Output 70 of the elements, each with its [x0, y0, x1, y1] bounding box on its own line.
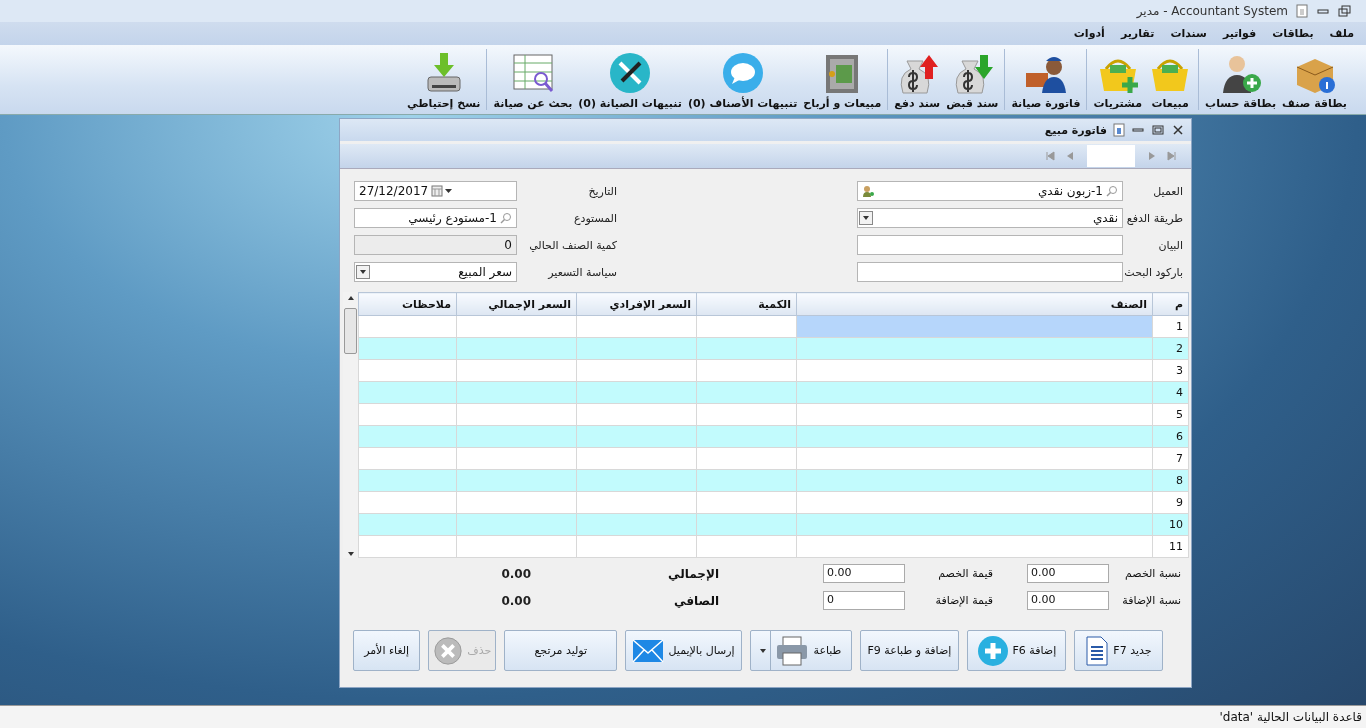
field-label: قيمة الخصم — [937, 567, 994, 580]
menu-item[interactable]: بطاقات — [1264, 27, 1322, 40]
input-field[interactable]: 0 — [823, 591, 905, 610]
dropdown-field[interactable]: سعر المبيع — [354, 262, 517, 282]
field-label: التاريخ — [587, 184, 618, 198]
field-label: البيان — [1157, 238, 1184, 252]
dropdown-field[interactable]: 27/12/2017 — [354, 181, 517, 201]
menu-item[interactable]: أدوات — [1065, 27, 1113, 40]
field-label: كمية الصنف الحالي — [528, 238, 618, 252]
field-label: سياسة التسعير — [546, 265, 618, 279]
row-number: 9 — [1152, 491, 1189, 514]
total-label: الصافي — [673, 593, 720, 608]
field-label: طريقة الدفع — [1125, 211, 1184, 225]
row-number: 5 — [1152, 403, 1189, 426]
row-number: 4 — [1152, 381, 1189, 404]
toolbar-button[interactable]: تنبيهات الأصناف (0) — [684, 45, 801, 114]
action-button[interactable]: جديد F7 — [1073, 630, 1163, 671]
menu-item[interactable]: تقارير — [1112, 27, 1163, 40]
column-header[interactable]: الصنف — [796, 292, 1153, 316]
action-button[interactable]: إرسال بالإيميل — [625, 630, 742, 671]
toolbar-button[interactable]: سند قبض — [943, 45, 1002, 114]
menu-item[interactable]: فواتير — [1214, 27, 1265, 40]
total-value: 0.00 — [501, 593, 532, 608]
input-field[interactable]: 0.00 — [1027, 591, 1109, 610]
toolbar-button[interactable]: بطاقة حساب — [1202, 45, 1280, 114]
dropdown-field[interactable]: نقدي — [857, 208, 1123, 228]
input-field[interactable]: 0.00 — [1027, 564, 1109, 583]
row-number: 2 — [1152, 337, 1189, 360]
input-field[interactable]: 0 — [354, 235, 517, 255]
row-number: 11 — [1152, 535, 1189, 558]
row-number: 6 — [1152, 425, 1189, 448]
total-value: 0.00 — [501, 566, 532, 581]
column-header[interactable]: السعر الإجمالي — [456, 292, 577, 316]
status-text: قاعدة البيانات الحالية 'data' — [1219, 710, 1362, 724]
toolbar-button[interactable]: مشتريات — [1090, 45, 1146, 114]
window-title: فاتورة مبيع — [1044, 123, 1107, 137]
window-title: مدير - Accountant System — [1136, 4, 1288, 18]
toolbar-button[interactable]: تنبيهات الصيانة (0) — [575, 45, 685, 114]
total-label: الإجمالي — [667, 566, 720, 581]
column-header[interactable]: الكمية — [696, 292, 797, 316]
row-number: 8 — [1152, 469, 1189, 492]
action-button[interactable]: توليد مرتجع — [504, 630, 618, 671]
column-header[interactable]: م — [1152, 292, 1189, 316]
field-label: العميل — [1152, 184, 1184, 198]
column-header[interactable]: السعر الإفرادي — [576, 292, 697, 316]
field-label: نسبة الخصم — [1124, 567, 1182, 580]
toolbar-button[interactable]: بحث عن صيانة — [490, 45, 576, 114]
menu-item[interactable]: سندات — [1162, 27, 1215, 40]
toolbar-button[interactable]: فاتورة صيانة — [1008, 45, 1084, 114]
input-field[interactable]: 1-زبون نقدي — [857, 181, 1123, 201]
column-header[interactable]: ملاحظات — [358, 292, 457, 316]
row-number: 3 — [1152, 359, 1189, 382]
field-label: نسبة الإضافة — [1121, 594, 1182, 607]
menu-item[interactable]: ملف — [1321, 27, 1362, 40]
input-field[interactable]: 0.00 — [823, 564, 905, 583]
action-button[interactable]: إضافة و طباعة F9 — [859, 630, 959, 671]
field-label: المستودع — [572, 211, 618, 225]
row-number: 10 — [1152, 513, 1189, 536]
input-field[interactable]: 1-مستودع رئيسي — [354, 208, 517, 228]
toolbar-button[interactable]: نسخ إحتياطي — [404, 45, 484, 114]
row-number: 7 — [1152, 447, 1189, 470]
toolbar-button[interactable]: سند دفع — [891, 45, 944, 114]
action-button[interactable]: طباعة — [749, 630, 852, 671]
action-button[interactable]: إضافة F6 — [966, 630, 1066, 671]
field-label: باركود البحث — [1123, 265, 1184, 279]
toolbar-button[interactable]: مبيعات — [1145, 45, 1196, 114]
field-label: قيمة الإضافة — [934, 594, 994, 607]
action-button[interactable]: إلغاء الأمر — [352, 630, 421, 671]
toolbar-button[interactable]: مبيعات و أرباح — [800, 45, 885, 114]
toolbar-button[interactable]: بطاقة صنف — [1279, 45, 1350, 114]
